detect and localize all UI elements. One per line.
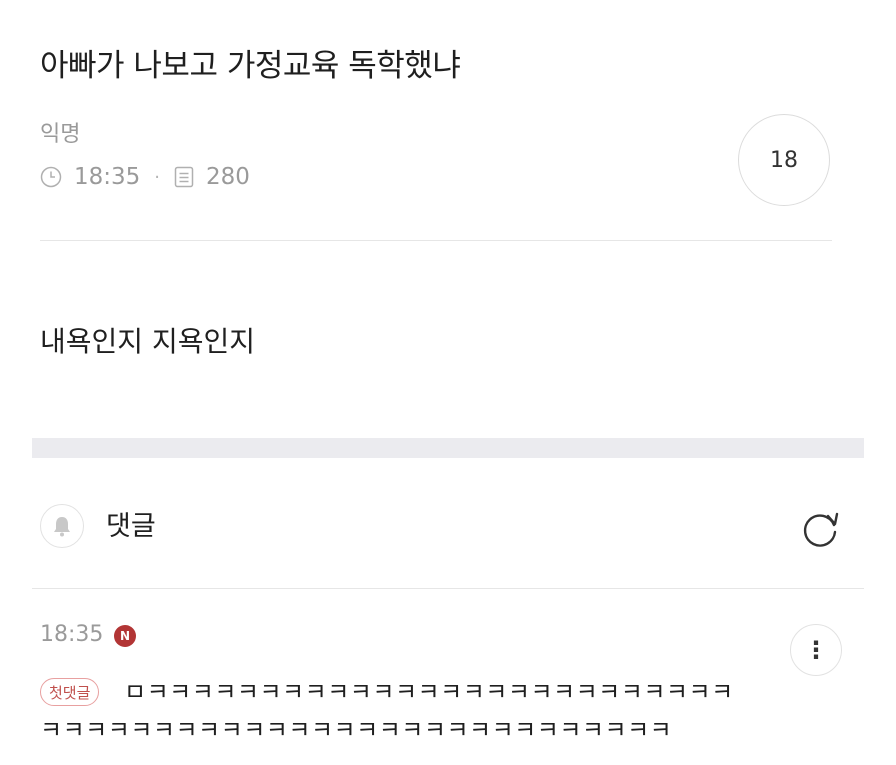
comment-time: 18:35 [40, 622, 104, 647]
like-count: 18 [770, 147, 798, 173]
more-vertical-icon: ⋮ [804, 636, 828, 664]
first-comment-badge: 첫댓글 [40, 678, 100, 706]
notification-button[interactable] [40, 504, 84, 548]
post-meta: 18:35 · 280 [40, 164, 250, 190]
comment-text-line: ㅁㅋㅋㅋㅋㅋㅋㅋㅋㅋㅋㅋㅋㅋㅋㅋㅋㅋㅋㅋㅋㅋㅋㅋㅋㅋㅋ [124, 678, 734, 706]
post-title: 아빠가 나보고 가정교육 독학했냐 [40, 48, 461, 84]
post-time: 18:35 [74, 164, 141, 190]
post-author: 익명 [40, 122, 81, 147]
divider [40, 240, 832, 241]
like-button[interactable]: 18 [738, 114, 830, 206]
document-icon [174, 166, 194, 188]
comments-heading: 댓글 [106, 511, 156, 542]
clock-icon [40, 166, 62, 188]
comment-text-line: ㅋㅋㅋㅋㅋㅋㅋㅋㅋㅋㅋㅋㅋㅋㅋㅋㅋㅋㅋㅋㅋㅋㅋㅋㅋㅋㅋㅋ [40, 716, 673, 744]
post-views: 280 [206, 164, 250, 190]
more-options-button[interactable]: ⋮ [790, 624, 842, 676]
meta-separator: · [154, 166, 161, 188]
bell-icon [54, 517, 70, 537]
post-body: 내욕인지 지욕인지 [40, 325, 255, 358]
new-badge: N [114, 625, 136, 647]
section-separator [32, 438, 864, 458]
refresh-icon[interactable] [796, 505, 844, 553]
divider [32, 588, 864, 589]
